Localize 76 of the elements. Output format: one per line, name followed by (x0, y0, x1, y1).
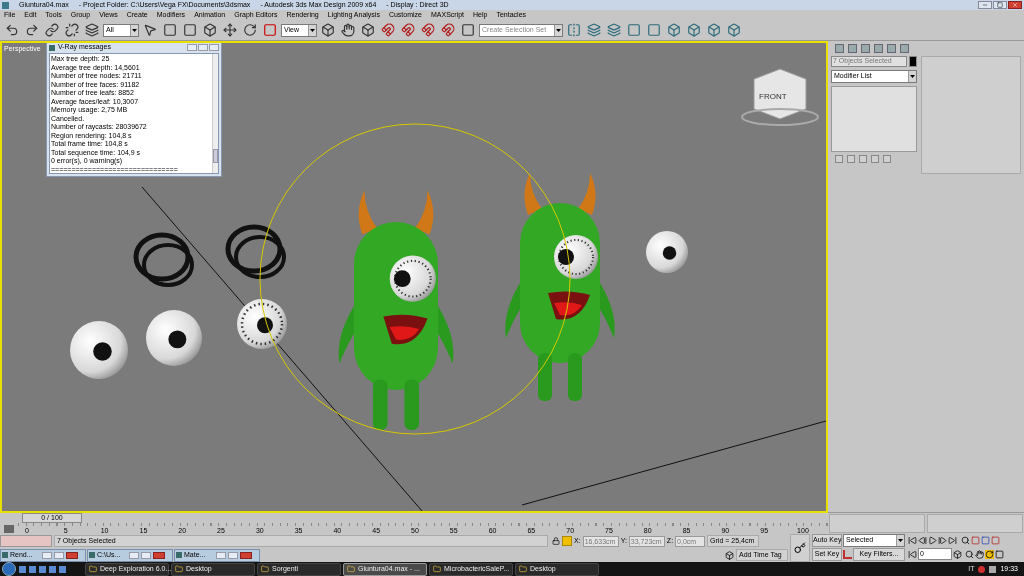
folder-icon (433, 565, 441, 573)
modifier-stack[interactable] (831, 86, 917, 152)
maximize-icon (997, 2, 1003, 8)
folder-icon (347, 565, 355, 573)
max-window-icon (2, 552, 8, 558)
dropdown-caret-icon (130, 24, 138, 36)
eyeball-drawing (70, 321, 128, 379)
dropdown-caret-icon (554, 24, 562, 36)
close-button[interactable] (153, 551, 165, 559)
vray-window-icon (49, 44, 55, 51)
maximize-button[interactable] (141, 551, 151, 559)
app-logo-icon (2, 1, 9, 9)
scrollbar-thumb[interactable] (213, 149, 218, 163)
tray-icon[interactable] (978, 565, 986, 573)
field-of-view-icon[interactable] (965, 549, 974, 559)
close-button[interactable] (240, 551, 252, 559)
close-button[interactable] (209, 44, 219, 51)
angle-snap-icon[interactable] (399, 21, 417, 39)
go-to-end-icon[interactable] (948, 536, 957, 545)
minimize-icon (982, 2, 988, 8)
eyeball-drawing (237, 299, 287, 349)
viewcube-drawing[interactable] (741, 68, 819, 126)
maximize-button[interactable] (198, 44, 208, 51)
set-key-mode-button[interactable] (790, 534, 810, 562)
folder-icon (519, 565, 527, 573)
orbit-icon[interactable] (985, 549, 994, 559)
scrollbar[interactable] (212, 54, 218, 173)
next-frame-icon[interactable] (938, 536, 947, 545)
curve-editor-toggle-icon[interactable] (4, 525, 14, 533)
unlink-icon[interactable] (63, 21, 81, 39)
ring-drawing (133, 232, 194, 287)
eyeball-drawing (646, 231, 688, 273)
zoom-icon[interactable] (961, 536, 970, 545)
layer-manager-icon[interactable] (605, 21, 623, 39)
lock-icon[interactable] (552, 537, 560, 545)
close-button[interactable] (1008, 1, 1022, 9)
perspective-viewport[interactable] (0, 41, 828, 513)
link-icon[interactable] (43, 21, 61, 39)
maximize-button[interactable] (54, 551, 64, 559)
folder-icon (175, 565, 183, 573)
pan-icon[interactable] (975, 549, 984, 559)
dropdown-caret-icon (308, 24, 316, 36)
maxscript-listener-field[interactable] (0, 535, 52, 547)
maximize-button[interactable] (993, 1, 1007, 9)
maximize-button[interactable] (228, 551, 238, 559)
key-mode-toggle-icon[interactable] (908, 549, 917, 559)
mirror-icon[interactable] (565, 21, 583, 39)
folder-icon (261, 565, 269, 573)
rotate-icon[interactable] (241, 21, 259, 39)
object-color-swatch[interactable] (909, 56, 917, 67)
max-window-icon (176, 552, 182, 558)
close-icon (1012, 2, 1018, 8)
dropdown-caret-icon (908, 71, 916, 82)
play-icon[interactable] (928, 536, 937, 545)
manipulate-icon[interactable] (339, 21, 357, 39)
previous-frame-icon[interactable] (918, 536, 927, 545)
go-to-start-icon[interactable] (908, 536, 917, 545)
restore-button[interactable] (129, 551, 139, 559)
ring-drawing (225, 224, 286, 279)
key-icon (794, 542, 806, 554)
spinner-snap-icon[interactable] (439, 21, 457, 39)
max-window-icon (89, 552, 95, 558)
minimize-button[interactable] (187, 44, 197, 51)
transform-gizmo-circle[interactable] (259, 123, 571, 435)
percent-snap-icon[interactable] (419, 21, 437, 39)
minimize-button[interactable] (978, 1, 992, 9)
dropdown-caret-icon (896, 535, 904, 546)
close-button[interactable] (66, 551, 78, 559)
start-button[interactable] (2, 562, 16, 576)
restore-button[interactable] (42, 551, 52, 559)
eyeball-drawing (146, 310, 202, 366)
folder-icon (89, 565, 97, 573)
viewcube-label: FRONT (759, 92, 787, 101)
snap-icon[interactable] (379, 21, 397, 39)
move-icon[interactable] (221, 21, 239, 39)
restore-button[interactable] (216, 551, 226, 559)
